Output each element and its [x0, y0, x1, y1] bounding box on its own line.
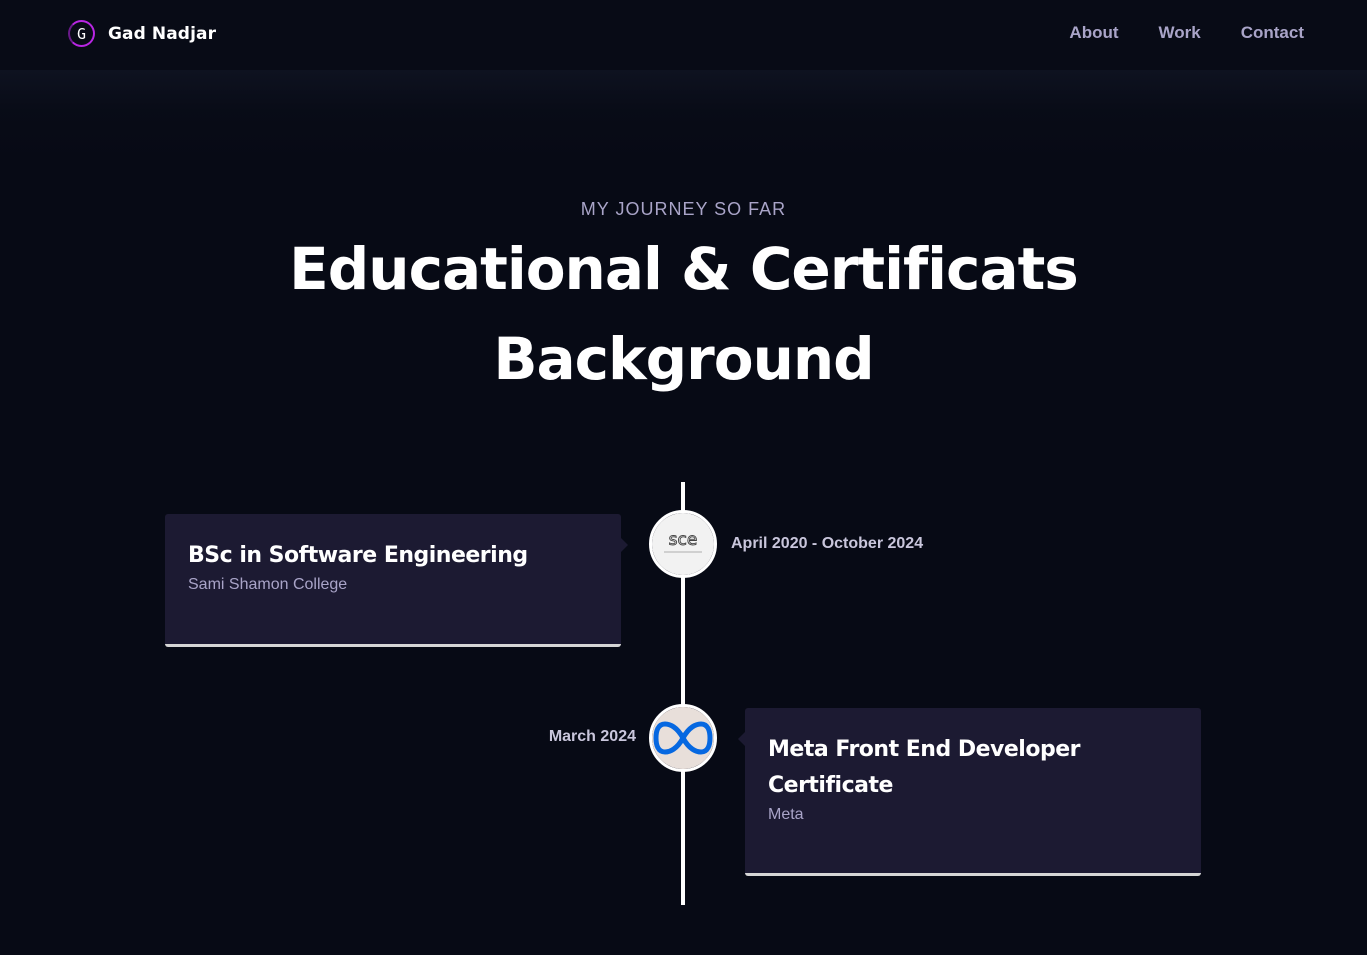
- section-title-line-1: Educational & Certificats: [289, 235, 1079, 303]
- timeline-card-bsc: BSc in Software Engineering Sami Shamon …: [165, 514, 621, 647]
- brand[interactable]: G Gad Nadjar: [68, 20, 216, 47]
- card-institution: Sami Shamon College: [188, 576, 348, 593]
- logo-letter: G: [76, 24, 87, 43]
- navbar-shadow: [0, 70, 1367, 160]
- meta-logo-icon: [652, 707, 714, 769]
- nav-link-work[interactable]: Work: [1159, 23, 1201, 43]
- timeline-node-sce: sce: [649, 510, 717, 578]
- navbar: G Gad Nadjar About Work Contact: [0, 0, 1367, 70]
- sce-logo-icon: sce: [652, 513, 714, 575]
- nav-links: About Work Contact: [1029, 23, 1304, 43]
- card-pointer: [738, 732, 745, 746]
- nav-link-about[interactable]: About: [1069, 23, 1118, 43]
- logo-icon: G: [68, 20, 95, 47]
- card-title: BSc in Software Engineering: [188, 543, 528, 568]
- section-title: Educational & Certificats Background: [0, 224, 1367, 404]
- timeline-node-meta: [649, 704, 717, 772]
- sce-logo-text: sce: [669, 530, 698, 550]
- nav-link-contact[interactable]: Contact: [1241, 23, 1304, 43]
- card-pointer: [621, 538, 628, 552]
- section-subtitle: MY JOURNEY SO FAR: [580, 199, 787, 219]
- brand-name: Gad Nadjar: [108, 23, 217, 44]
- timeline-date: April 2020 - October 2024: [731, 535, 924, 552]
- timeline-date: March 2024: [548, 728, 636, 745]
- card-institution: Meta: [768, 806, 804, 823]
- card-title: Meta Front End Developer Certificate: [768, 737, 1080, 798]
- timeline-card-meta: Meta Front End Developer Certificate Met…: [745, 708, 1201, 876]
- section-title-line-2: Background: [493, 325, 874, 393]
